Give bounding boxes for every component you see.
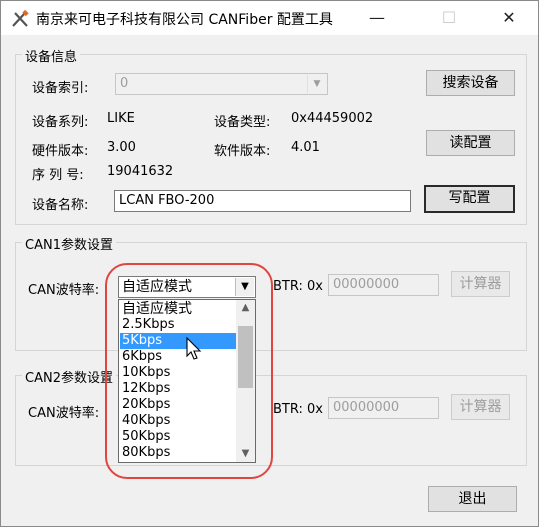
can1-baud-label: CAN波特率: xyxy=(28,283,100,298)
dropdown-option[interactable]: 2.5Kbps xyxy=(120,317,236,333)
read-config-button[interactable]: 读配置 xyxy=(426,130,515,156)
device-series-label: 设备系列: xyxy=(32,115,89,130)
device-index-value: 0 xyxy=(120,76,129,91)
can2-calculator-button: 计算器 xyxy=(451,394,510,420)
app-window: 南京来可电子科技有限公司 CANFiber 配置工具 — ☐ ✕ 设备信息 设备… xyxy=(0,0,539,527)
dropdown-option[interactable]: 6Kbps xyxy=(120,349,236,365)
dropdown-scrollbar[interactable]: ▲ ▼ xyxy=(236,300,255,462)
write-config-button[interactable]: 写配置 xyxy=(424,185,515,213)
baud-rate-dropdown-list[interactable]: 自适应模式 2.5Kbps 5Kbps 6Kbps 10Kbps 12Kbps … xyxy=(118,299,256,463)
hardware-version-value: 3.00 xyxy=(107,140,136,155)
device-type-value: 0x44459002 xyxy=(291,111,374,126)
mouse-pointer-icon xyxy=(186,337,202,360)
device-type-label: 设备类型: xyxy=(214,115,271,130)
maximize-button: ☐ xyxy=(441,8,457,27)
hardware-version-label: 硬件版本: xyxy=(32,144,89,159)
device-name-label: 设备名称: xyxy=(32,198,89,213)
can1-title: CAN1参数设置 xyxy=(22,234,116,253)
can1-btr-input: 00000000 xyxy=(328,274,439,296)
dropdown-option[interactable]: 80Kbps xyxy=(120,445,236,461)
can2-baud-label: CAN波特率: xyxy=(28,406,100,421)
can1-baud-value: 自适应模式 xyxy=(122,279,192,295)
chevron-down-icon[interactable]: ▼ xyxy=(236,446,255,462)
dropdown-option[interactable]: 50Kbps xyxy=(120,429,236,445)
software-version-value: 4.01 xyxy=(291,140,320,155)
chevron-down-icon: ▼ xyxy=(307,75,326,93)
dropdown-option[interactable]: 10Kbps xyxy=(120,365,236,381)
software-version-label: 软件版本: xyxy=(214,144,271,159)
can2-btr-input: 00000000 xyxy=(328,397,439,419)
chevron-down-icon[interactable]: ▼ xyxy=(235,278,254,296)
serial-number-label: 序 列 号: xyxy=(32,168,84,183)
can1-baud-select[interactable]: 自适应模式 ▼ xyxy=(118,276,256,298)
scrollbar-thumb[interactable] xyxy=(238,326,253,388)
dropdown-option[interactable]: 12Kbps xyxy=(120,381,236,397)
tools-icon xyxy=(12,10,29,27)
device-index-combo: 0 ▼ xyxy=(115,73,328,95)
close-button[interactable]: ✕ xyxy=(487,5,531,31)
dropdown-option[interactable]: 自适应模式 xyxy=(120,301,236,317)
dropdown-option[interactable]: 40Kbps xyxy=(120,413,236,429)
search-device-button[interactable]: 搜索设备 xyxy=(426,70,515,96)
title-bar[interactable]: 南京来可电子科技有限公司 CANFiber 配置工具 — ☐ ✕ xyxy=(1,1,538,35)
dropdown-option-selected[interactable]: 5Kbps xyxy=(120,333,236,349)
window-title: 南京来可电子科技有限公司 CANFiber 配置工具 xyxy=(36,12,333,28)
device-name-input[interactable]: LCAN FBO-200 xyxy=(114,190,411,212)
device-info-title: 设备信息 xyxy=(22,46,81,65)
can2-btr-label: BTR: 0x xyxy=(273,402,323,417)
serial-number-value: 19041632 xyxy=(107,164,174,179)
minimize-button[interactable]: — xyxy=(355,5,399,31)
dropdown-option[interactable]: 20Kbps xyxy=(120,397,236,413)
can2-title: CAN2参数设置 xyxy=(22,367,116,386)
can1-btr-label: BTR: 0x xyxy=(273,279,323,294)
device-index-label: 设备索引: xyxy=(32,81,89,96)
scroll-up-icon[interactable]: ▲ xyxy=(236,300,255,316)
device-series-value: LIKE xyxy=(107,111,135,126)
exit-button[interactable]: 退出 xyxy=(428,486,517,512)
can1-calculator-button: 计算器 xyxy=(451,271,510,297)
